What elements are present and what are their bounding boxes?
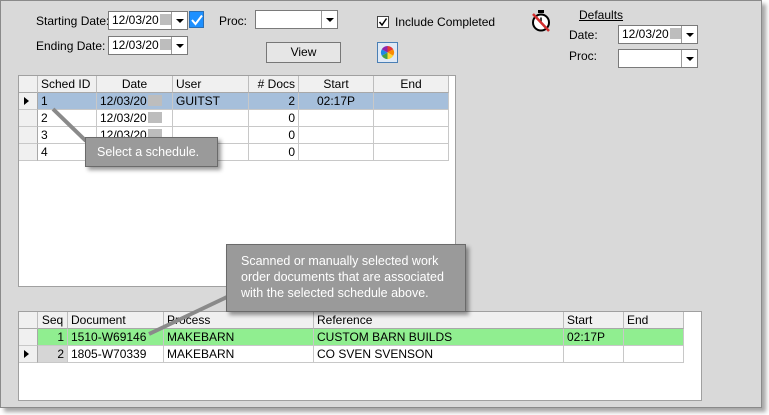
documents-note-callout: Scanned or manually selected work order …	[226, 244, 466, 312]
documents-note-pointer	[148, 295, 228, 336]
schedule-window: Starting Date: 12/03/20 Ending Date: 12/…	[0, 0, 762, 408]
callout-pointers	[51, 107, 228, 336]
select-schedule-callout: Select a schedule.	[85, 137, 218, 167]
select-schedule-pointer	[51, 107, 88, 143]
